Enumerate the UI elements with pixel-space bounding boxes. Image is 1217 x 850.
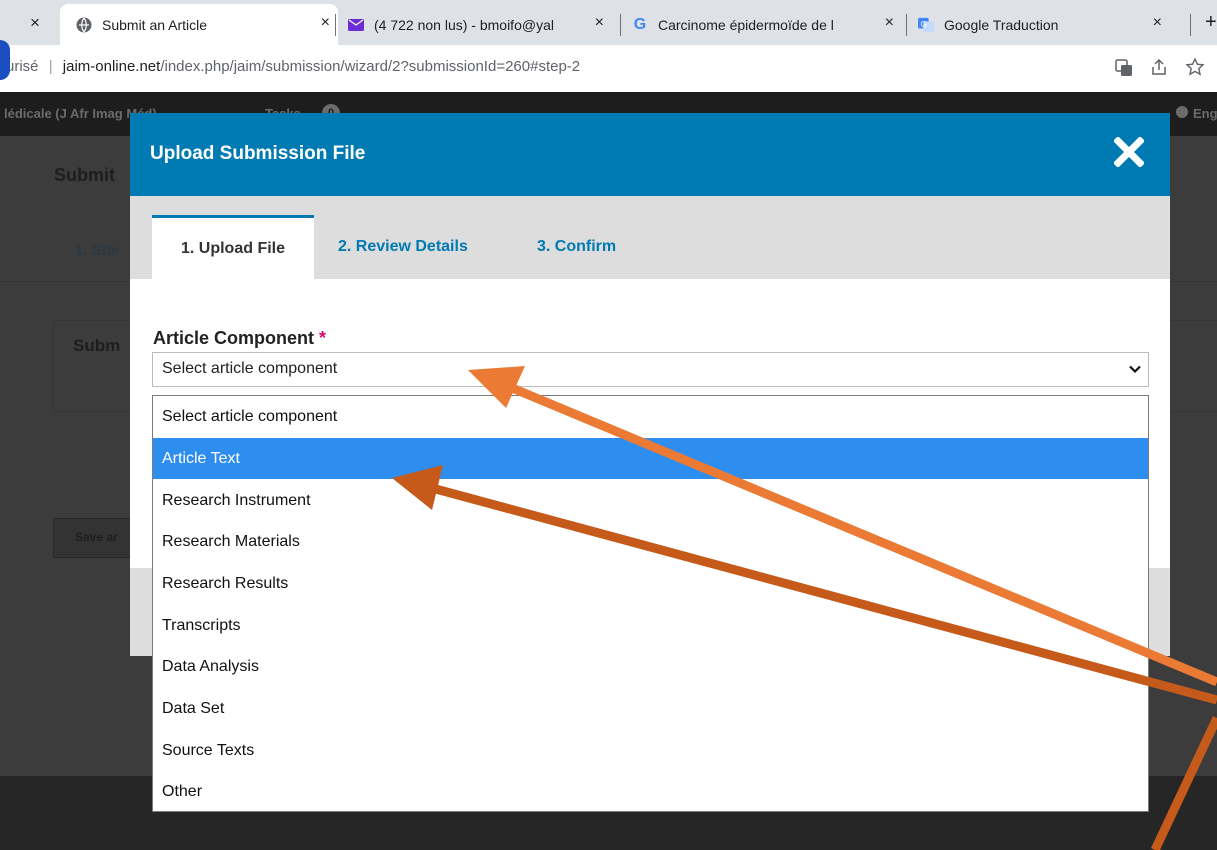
tab-separator <box>1190 14 1191 36</box>
tab-upload-file[interactable]: 1. Upload File <box>152 215 314 279</box>
google-icon: G <box>633 15 647 33</box>
browser-tab-strip: × Submit an Article × (4 722 non lus) - … <box>0 0 1217 45</box>
field-label-text: Article Component <box>153 328 315 348</box>
tab-separator <box>335 14 336 36</box>
url-display[interactable]: urisé | jaim-online.net/index.php/jaim/s… <box>0 58 580 75</box>
tab-label: Submit an Article <box>102 16 208 33</box>
tab-label: 1. Upload File <box>180 239 285 257</box>
svg-text:G: G <box>921 19 927 28</box>
translate-page-icon[interactable] <box>1115 59 1133 82</box>
address-bar[interactable]: urisé | jaim-online.net/index.php/jaim/s… <box>0 45 1217 92</box>
close-icon[interactable]: × <box>885 14 894 32</box>
dropdown-option[interactable]: Transcripts <box>153 605 1148 646</box>
wizard-step-tab[interactable]: 1. Star <box>75 242 121 259</box>
select-value: Select article component <box>162 360 338 377</box>
url-path: /index.php/jaim/submission/wizard/2?subm… <box>160 58 581 75</box>
article-component-label: Article Component * <box>153 328 326 349</box>
side-indicator <box>0 40 10 80</box>
language-icon <box>1176 106 1188 118</box>
tab-label: (4 722 non lus) - bmoifo@yal <box>374 16 554 33</box>
tab-mail[interactable]: (4 722 non lus) - bmoifo@yal × <box>340 4 612 45</box>
tab-label: 2. Review Details <box>338 238 468 255</box>
close-icon[interactable]: × <box>595 14 604 32</box>
tab-google-search[interactable]: G Carcinome épidermoïde de l × <box>624 4 902 45</box>
dropdown-option[interactable]: Research Results <box>153 563 1148 604</box>
prev-tab-close-icon[interactable]: × <box>30 13 40 33</box>
share-icon[interactable] <box>1150 58 1168 81</box>
dropdown-option[interactable]: Select article component <box>153 396 1148 437</box>
tab-confirm[interactable]: 3. Confirm <box>537 215 616 279</box>
tab-label: Google Traduction <box>944 16 1059 33</box>
close-icon[interactable]: × <box>321 14 330 32</box>
dropdown-option[interactable]: Research Instrument <box>153 480 1148 521</box>
modal-step-tabs: 1. Upload File 2. Review Details 3. Conf… <box>130 196 1170 279</box>
dropdown-option[interactable]: Other <box>153 771 1148 812</box>
page-title: Submit <box>54 165 115 185</box>
article-component-select[interactable]: Select article component <box>152 352 1149 387</box>
modal-title: Upload Submission File <box>150 143 366 164</box>
chevron-down-icon <box>1128 362 1142 376</box>
panel-title: Subm <box>73 336 121 355</box>
bookmark-star-icon[interactable] <box>1185 57 1205 82</box>
article-component-dropdown[interactable]: Select article component Article Text Re… <box>152 395 1149 812</box>
url-domain: jaim-online.net <box>62 58 161 75</box>
language-link[interactable]: Eng <box>1193 106 1217 121</box>
tab-google-translate[interactable]: G Google Traduction × <box>910 4 1192 45</box>
tab-label: Carcinome épidermoïde de l <box>658 16 834 33</box>
dropdown-option[interactable]: Source Texts <box>153 730 1148 771</box>
tab-separator <box>620 14 621 36</box>
close-x-icon[interactable] <box>1113 136 1146 169</box>
dropdown-option[interactable]: Data Set <box>153 688 1148 729</box>
url-separator: | <box>48 58 53 75</box>
tab-label: 3. Confirm <box>537 238 617 255</box>
dropdown-option[interactable]: Data Analysis <box>153 646 1148 687</box>
security-status: urisé <box>6 58 39 75</box>
save-button-label: Save ar <box>75 530 118 544</box>
mail-icon <box>348 17 364 33</box>
dropdown-option-highlighted[interactable]: Article Text <box>153 438 1148 479</box>
close-icon[interactable]: × <box>1153 14 1162 32</box>
required-mark: * <box>319 328 327 348</box>
tab-submit-article[interactable]: Submit an Article × <box>60 4 338 45</box>
translate-icon: G <box>918 17 934 33</box>
modal-header: Upload Submission File <box>130 113 1170 196</box>
tab-review-details[interactable]: 2. Review Details <box>338 215 468 279</box>
tab-separator <box>906 14 907 36</box>
dropdown-option[interactable]: Research Materials <box>153 521 1148 562</box>
new-tab-button[interactable]: + <box>1205 11 1217 34</box>
globe-icon <box>76 17 92 33</box>
